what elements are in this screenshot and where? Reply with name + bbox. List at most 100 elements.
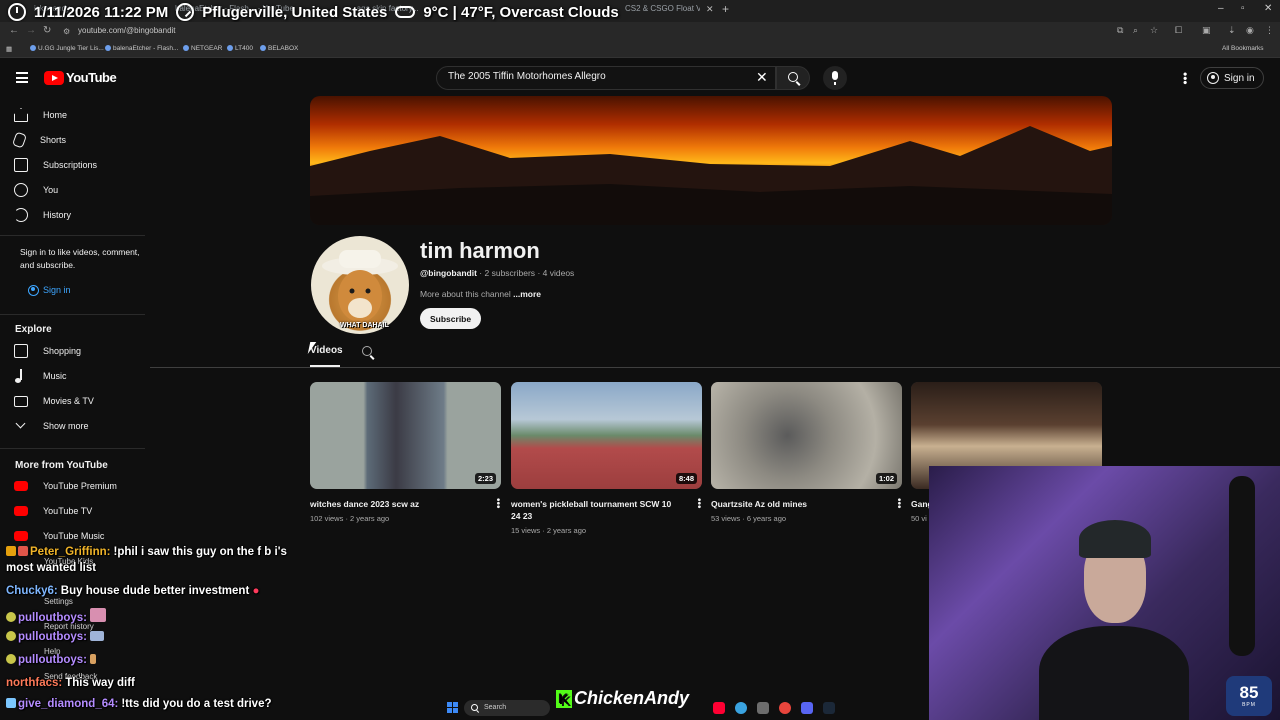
apps-icon[interactable]: ▦	[6, 45, 12, 53]
taskbar-search[interactable]: Search	[464, 700, 550, 716]
video-duration: 2:23	[474, 473, 496, 484]
video-count: 4 videos	[542, 268, 575, 278]
search-icon	[362, 346, 372, 356]
settings-kebab-icon[interactable]: •••	[1178, 72, 1192, 85]
channel-banner	[310, 96, 1112, 225]
steam-app-icon[interactable]	[823, 702, 835, 714]
video-title[interactable]: witches dance 2023 scw az	[310, 498, 482, 510]
bookmark-item[interactable]: balenaEtcher - Flash...	[105, 45, 178, 52]
sidebar-item-home[interactable]: Home	[14, 105, 67, 125]
hamburger-menu-icon[interactable]	[16, 72, 28, 83]
minimize-icon[interactable]: –	[1218, 3, 1224, 14]
all-bookmarks[interactable]: All Bookmarks	[1222, 45, 1264, 52]
tab-label[interactable]: CS2 & CSGO Float Value A...	[625, 4, 700, 18]
new-tab-icon[interactable]: +	[722, 2, 729, 16]
chat-badge-icon	[6, 654, 16, 664]
site-info-icon[interactable]: ⚙	[63, 27, 70, 36]
video-title[interactable]: women's pickleball tournament SCW 10 24 …	[511, 498, 683, 522]
chat-message: give_diamond_64: !tts did you do a test d…	[6, 698, 272, 710]
sidebar-show-more[interactable]: Show more	[14, 416, 89, 436]
history-icon	[14, 208, 28, 222]
sidebar-item-tv[interactable]: YouTube TV	[14, 501, 92, 521]
location-icon	[176, 3, 195, 21]
channel-about[interactable]: More about this channel ...more	[420, 289, 541, 299]
subscriber-count: 2 subscribers	[484, 268, 536, 278]
youtube-logo[interactable]: YouTube	[44, 70, 117, 85]
voice-search-button[interactable]	[823, 66, 847, 90]
sidebar-sign-in-button[interactable]: Sign in	[24, 282, 77, 298]
search-input[interactable]	[448, 71, 748, 82]
subscriptions-icon	[14, 158, 28, 172]
cloud-icon	[395, 6, 416, 18]
video-options-icon[interactable]: •••	[492, 498, 503, 509]
chrome-app-icon[interactable]	[779, 702, 791, 714]
forward-icon[interactable]: →	[26, 25, 36, 36]
extensions-icon[interactable]: ⧠	[1175, 25, 1182, 36]
bookmark-item[interactable]: U.GG Jungle Tier Lis...	[30, 45, 104, 52]
thumbnail-image	[711, 382, 902, 489]
sidebar-item-shopping[interactable]: Shopping	[14, 341, 81, 361]
edge-app-icon[interactable]	[735, 702, 747, 714]
sidebar-item-music-app[interactable]: YouTube Music	[14, 526, 104, 546]
bookmark-item[interactable]: NETGEAR	[183, 45, 222, 52]
url-field[interactable]: youtube.com/@bingobandit	[78, 26, 176, 35]
chat-message: Peter_Griffinn: !phil i saw this guy on t…	[6, 546, 287, 558]
bookmark-item[interactable]: LT400	[227, 45, 253, 52]
chevron-down-icon	[14, 419, 28, 433]
close-tab-icon[interactable]: ✕	[706, 4, 714, 15]
downloads-icon[interactable]: ⇣	[1228, 25, 1236, 36]
video-meta: 15 views · 2 years ago	[511, 526, 587, 535]
video-card[interactable]: 2:23 witches dance 2023 scw az 102 views…	[310, 382, 503, 523]
sidebar-item-shorts[interactable]: Shorts	[11, 130, 66, 150]
search-button[interactable]	[776, 66, 810, 90]
sign-in-button[interactable]: Sign in	[1200, 67, 1264, 89]
video-duration: 8:48	[675, 473, 697, 484]
bookmark-star-icon[interactable]: ☆	[1150, 25, 1158, 36]
bookmarks-bar: ▦ U.GG Jungle Tier Lis... balenaEtcher -…	[0, 42, 1280, 58]
sidepanel-icon[interactable]: ▣	[1202, 25, 1211, 36]
channel-handle: @bingobandit	[420, 268, 477, 278]
sidebar-item-subscriptions[interactable]: Subscriptions	[14, 155, 97, 175]
sidebar-item-movies[interactable]: Movies & TV	[14, 391, 94, 411]
subscribe-button[interactable]: Subscribe	[420, 308, 482, 329]
video-card[interactable]: 1:02 Quartzsite Az old mines 53 views · …	[711, 382, 904, 523]
video-card[interactable]: 8:48 women's pickleball tournament SCW 1…	[511, 382, 704, 535]
sidebar-item-you[interactable]: You	[14, 180, 58, 200]
sidebar-divider	[0, 314, 145, 315]
tabs-divider	[150, 367, 1280, 368]
video-thumbnail[interactable]: 1:02	[711, 382, 902, 489]
video-thumbnail[interactable]: 2:23	[310, 382, 501, 489]
windows-start-icon[interactable]	[447, 702, 458, 713]
video-thumbnail[interactable]: 8:48	[511, 382, 702, 489]
sidebar-item-premium[interactable]: YouTube Premium	[14, 476, 117, 496]
youtube-app-icon[interactable]	[713, 702, 725, 714]
sidebar-divider	[0, 235, 145, 236]
banner-mountains	[310, 126, 1112, 225]
menu-icon[interactable]: ⋮	[1265, 25, 1274, 36]
back-icon[interactable]: ←	[9, 25, 19, 36]
install-icon[interactable]: ⧉	[1117, 25, 1123, 36]
sidebar-item-music[interactable]: Music	[14, 366, 67, 386]
app-icon[interactable]	[757, 702, 769, 714]
sidebar-item-settings[interactable]: Settings	[44, 597, 73, 606]
video-title[interactable]: Quartzsite Az old mines	[711, 498, 883, 510]
maximize-icon[interactable]: ▫	[1241, 3, 1245, 14]
video-options-icon[interactable]: •••	[693, 498, 704, 509]
bookmark-item[interactable]: BELABOX	[260, 45, 298, 52]
sign-in-prompt: Sign in to like videos, comment, and sub…	[20, 247, 140, 270]
sidebar-item-history[interactable]: History	[14, 205, 71, 225]
more-link[interactable]: ...more	[513, 289, 541, 299]
streamer-beanie	[1079, 520, 1151, 558]
window-close-icon[interactable]: ✕	[1264, 3, 1272, 14]
reload-icon[interactable]: ↻	[43, 25, 51, 36]
chat-message: most wanted list	[6, 562, 97, 574]
shorts-icon	[11, 131, 28, 149]
channel-search-button[interactable]	[362, 346, 375, 359]
overlay-datetime: 1/11/2026 11:22 PM	[34, 3, 169, 21]
profile-icon[interactable]: ◉	[1246, 25, 1254, 36]
video-options-icon[interactable]: •••	[893, 498, 904, 509]
discord-app-icon[interactable]	[801, 702, 813, 714]
clear-search-icon[interactable]: ✕	[756, 69, 768, 86]
zoom-icon[interactable]: ⌕	[1133, 25, 1138, 36]
home-icon	[14, 108, 28, 122]
